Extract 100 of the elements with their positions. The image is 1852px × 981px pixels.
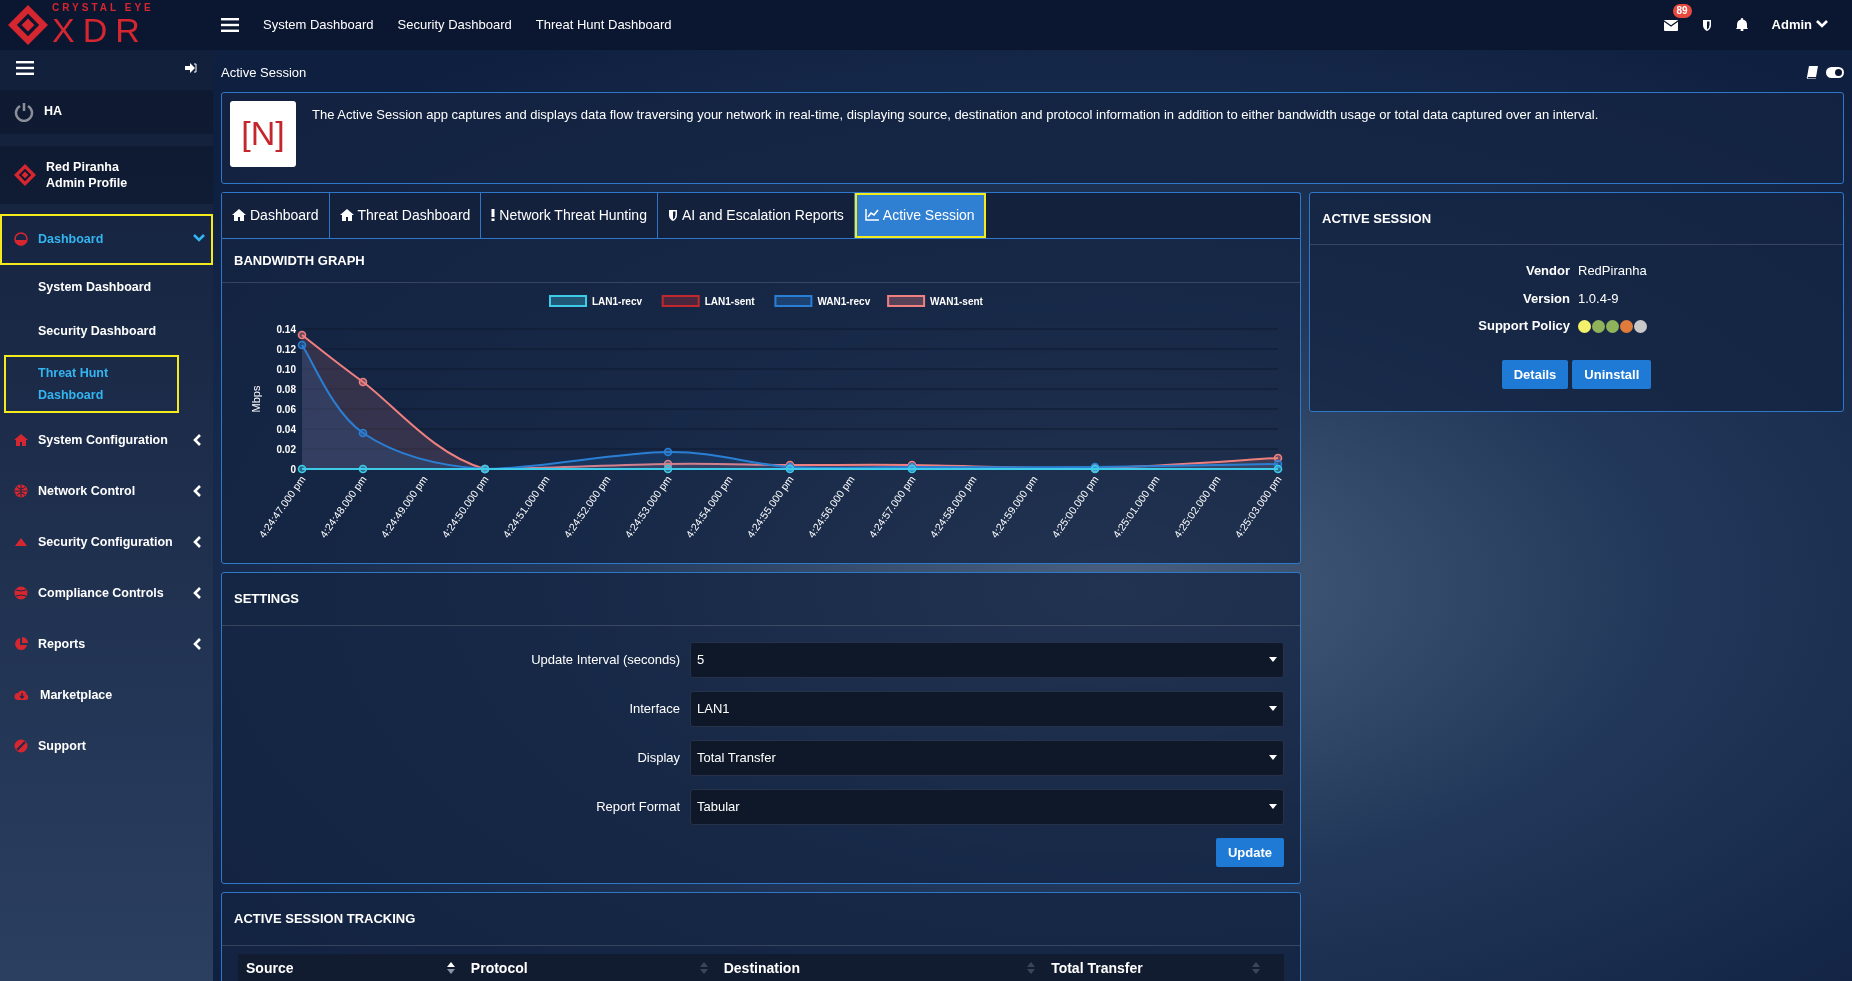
column-header[interactable]: Source [246,957,471,979]
legend-label: WAN1-recv [817,296,871,308]
data-point [358,429,368,438]
legend-label: WAN1-sent [930,296,984,308]
action-button[interactable]: Uninstall [1572,359,1652,390]
axis-label: 0.06 [276,404,296,416]
sidebar-item[interactable]: System Configuration [0,414,213,466]
sidebar-item[interactable]: Network Control [0,465,213,517]
bell-icon[interactable] [1735,18,1748,32]
data-point [297,465,307,474]
legend-label: LAN1-recv [592,296,643,308]
select-field[interactable]: 5 [690,641,1284,678]
sidebar-item[interactable]: Compliance Controls [0,567,213,619]
info-value: RedPiranha [1578,262,1647,281]
action-button[interactable]: Details [1501,359,1569,390]
data-point [358,378,368,387]
field-label: Report Format [595,798,681,817]
user-menu[interactable]: Admin [1771,15,1828,35]
caret-icon [1269,706,1277,712]
caret-icon [1269,657,1277,663]
menu-icon[interactable] [16,60,34,75]
tab[interactable]: Active Session [854,192,986,238]
logo-mark-icon [8,4,48,45]
logo-tagline: CRYSTAL EYE [52,2,154,13]
data-point [358,465,368,474]
sort-icon [1027,962,1036,975]
sidebar-item[interactable]: Dashboard [0,213,213,265]
lifebuoy-icon [14,739,28,754]
intro-text: The Active Session app captures and displays data flow traversing your network in real-time, displaying source, destination and protocol information in addition to either bandwidth usage or total data captured over an interval. [312,105,1599,124]
select-field[interactable]: Total Transfer [690,739,1284,776]
panel-title: ACTIVE SESSION TRACKING [222,893,1300,946]
data-point [297,331,307,340]
page-title: Active Session [221,64,307,83]
cloud-icon [14,689,30,702]
axis-title: Mbps [250,385,262,413]
nav-link[interactable]: Security Dashboard [397,15,512,35]
submenu-item[interactable]: Security Dashboard [0,308,213,353]
menu-icon[interactable] [221,17,239,32]
info-label: Vendor [1524,262,1570,281]
sort-icon [446,962,455,975]
submenu-item[interactable]: System Dashboard [0,264,213,309]
sidebar-item[interactable]: Reports [0,618,213,670]
info-label: Support Policy [1477,317,1570,336]
legend-label: LAN1-sent [704,296,756,308]
tab[interactable]: Dashboard [222,192,330,238]
axis-label: 0.12 [276,344,296,356]
info-label: Version [1522,289,1570,308]
submenu-item[interactable]: Threat Hunt Dashboard [4,354,179,413]
update-button[interactable]: Update [1215,837,1284,868]
nav-link[interactable]: System Dashboard [263,15,374,35]
axis-label: 0.08 [276,384,296,396]
shield-icon [667,209,678,222]
sort-icon [699,962,708,975]
select-field[interactable]: Tabular [690,788,1284,825]
legend-item[interactable]: LAN1-sent [661,295,755,308]
logo-wordmark: XDR [52,12,148,47]
data-point [297,341,307,350]
info-value: 1.0.4-9 [1578,289,1619,308]
column-header[interactable]: Total Transfer [1051,957,1276,979]
line-chart-icon [864,209,879,222]
axis-label: 0 [290,464,296,476]
gauge-icon [14,232,28,247]
column-header[interactable]: Destination [723,957,1052,979]
field-label: Display [636,749,681,768]
caret-icon [1269,755,1277,761]
sidebar-item[interactable]: Support [0,720,213,772]
field-label: Update Interval (seconds) [530,651,681,670]
home-icon [14,434,28,447]
mail-icon[interactable] [1663,20,1678,32]
data-point [663,448,673,457]
panel-title: BANDWIDTH GRAPH [222,238,1300,284]
book-icon[interactable] [1806,66,1818,80]
nav-link[interactable]: Threat Hunt Dashboard [535,15,672,35]
pie-chart-icon [14,637,28,652]
sidebar-item[interactable]: Marketplace [0,669,213,721]
home-icon [232,209,246,222]
axis-label: 0.02 [276,444,296,456]
sidebar-item[interactable]: Security Configuration [0,516,213,568]
sort-icon [1252,962,1260,975]
axis-label: 0.04 [276,424,296,436]
ha-label: HA [44,103,63,121]
legend-item[interactable]: WAN1-sent [887,295,983,308]
toggle-icon[interactable] [1826,67,1844,79]
home-icon [339,209,354,222]
axis-label: 0.14 [276,324,296,336]
profile-name: Red Piranha [46,158,120,175]
profile-role: Admin Profile [46,174,128,191]
select-field[interactable]: LAN1 [690,690,1284,727]
panel-title: ACTIVE SESSION [1310,192,1843,246]
exclamation-icon [491,209,496,222]
legend-item[interactable]: WAN1-recv [774,295,871,308]
globe-icon [14,484,28,499]
logout-icon[interactable] [185,62,197,73]
axis-label: 0.10 [276,364,296,376]
avatar-icon [14,163,36,186]
legend-item[interactable]: LAN1-recv [549,295,643,308]
field-label: Interface [628,700,681,719]
column-header[interactable]: Protocol [470,957,724,979]
shield-icon[interactable] [1701,18,1712,31]
warning-icon [14,537,28,548]
